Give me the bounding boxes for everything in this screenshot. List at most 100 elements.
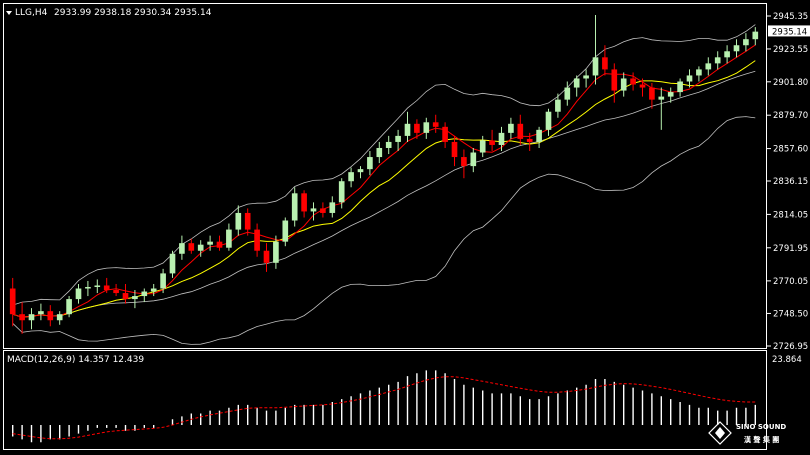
macd-label: MACD(12,26,9) 14.357 12.439 [7,355,144,365]
candle-body [714,57,721,64]
candle-body [545,111,552,130]
candle [122,283,129,304]
price-tick-label: 2748.50 [773,309,808,319]
chart-canvas: LLG,H4 2933.99 2938.18 2930.34 2935.14 M… [3,3,810,450]
candle-body [66,299,72,315]
candle [696,66,702,82]
candle [301,190,307,218]
candle [508,117,514,139]
candle [19,302,25,334]
candle-body [611,69,618,91]
candle-body [150,288,157,292]
candlestick-series [9,15,759,334]
candle-body [677,81,683,93]
candle-body [583,75,589,79]
candle [545,108,552,136]
candle-body [357,169,364,173]
candle-body [733,45,740,52]
price-tick-label: 2770.05 [773,277,808,287]
candle-body [423,122,430,133]
candle-body [301,193,307,212]
candle-body [376,147,383,158]
candle-body [564,87,571,100]
candle [677,78,683,97]
price-tick-label: 2901.80 [773,78,808,88]
candle [714,51,721,70]
candle [536,126,542,148]
candle-body [517,123,524,139]
price-tick-label: 2879.70 [773,111,808,121]
candle [385,135,392,155]
current-price-label: 2935.14 [772,27,807,37]
candle [432,114,439,133]
candle-body [451,141,458,158]
candle-body [348,172,354,182]
candle-body [479,140,486,153]
candle-body [686,75,693,82]
candle-body [338,181,345,203]
candle-body [442,126,448,142]
candle-body [207,241,213,245]
candle [66,296,72,318]
candle [113,283,119,297]
candle [282,217,289,247]
candle [555,93,561,118]
candle-body [226,229,232,248]
candle [367,151,373,176]
candle-body [103,285,110,291]
candle-body [216,241,223,248]
candle [658,87,665,130]
candle-body [169,253,176,274]
candle [517,114,524,145]
candle [85,280,91,297]
candle-body [461,157,467,167]
candle-body [630,78,636,85]
candle [743,33,749,52]
candle-body [179,243,185,254]
bollinger-upper-band [12,24,756,306]
candle [320,202,326,218]
candle-body [658,96,665,100]
candle [705,57,712,76]
candle-body [263,250,270,263]
candle [357,166,364,179]
candle-body [47,311,54,321]
candle-body [395,135,401,142]
candle [263,243,270,272]
price-tick-label: 2923.55 [773,45,808,55]
sino-sound-logo: SINO SOUND 漢 聲 集 團 [708,421,786,445]
candle [620,72,627,97]
main-chart-frame [3,3,767,349]
candle-body [38,311,44,315]
candle-body [592,57,599,76]
candle [254,223,260,257]
candle-body [432,122,439,127]
candle-body [489,140,495,145]
candle [329,196,336,218]
candle [141,288,148,303]
candle [226,223,232,251]
price-axis: 2945.35 2923.55 2901.80 2879.70 2857.60 2836.… [767,12,808,352]
candle-body [536,129,542,142]
candle [630,72,636,91]
candle [423,117,430,139]
candle-body [254,229,260,251]
price-tick-label: 2836.15 [773,177,808,187]
candle [348,167,354,188]
candle [291,187,298,227]
candle-body [122,293,129,300]
candle [235,205,242,236]
candle [573,75,580,97]
candle-body [498,132,505,145]
candle-body [9,288,16,315]
price-tick-label: 2857.60 [773,145,808,155]
candle [479,135,486,158]
candle [470,147,477,173]
candle-body [620,78,627,91]
candle [752,27,759,46]
candle [376,141,383,164]
candle-body [667,92,674,97]
candle-body [75,288,82,300]
logo-subtext: 漢 聲 集 團 [744,435,779,444]
collapse-triangle-icon[interactable] [6,11,12,15]
